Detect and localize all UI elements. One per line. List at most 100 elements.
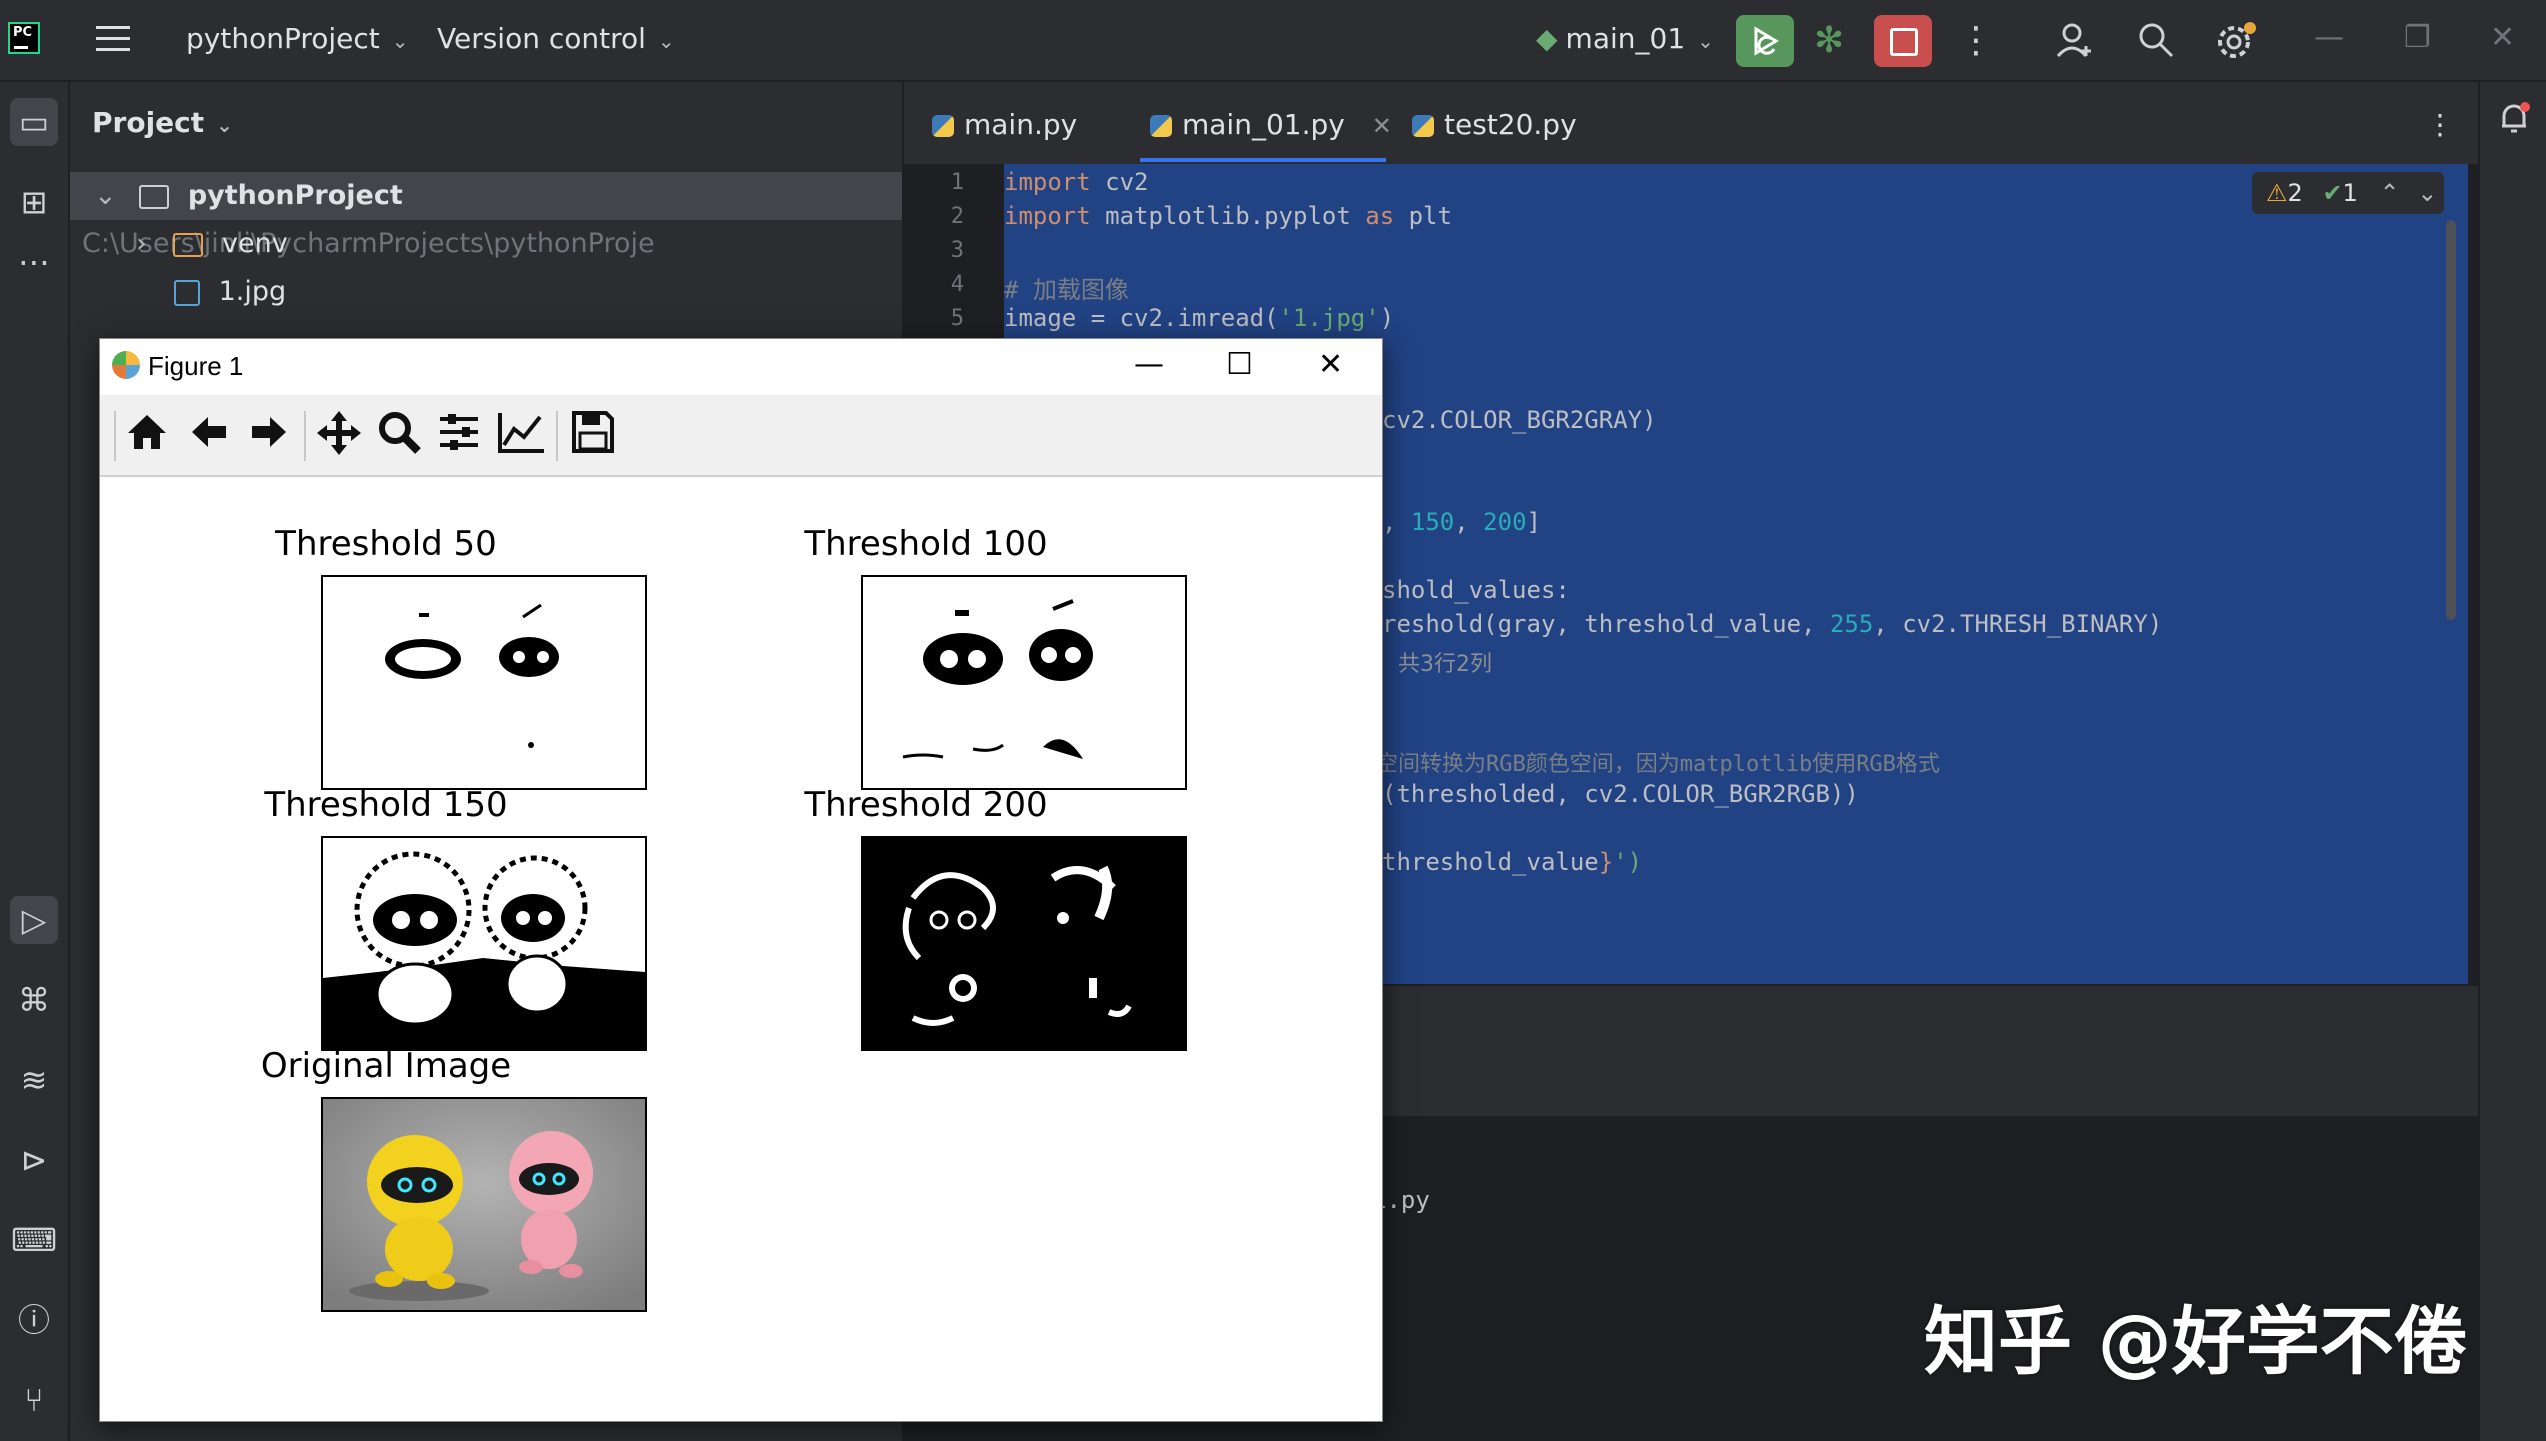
code-line-1: import cv2 — [1004, 168, 1149, 196]
search-icon[interactable] — [2136, 20, 2176, 69]
main-menu-icon[interactable] — [96, 26, 130, 54]
python-console-icon[interactable]: ⌘ — [10, 976, 58, 1024]
python-file-icon — [1150, 115, 1172, 137]
python-config-icon: ◆ — [1536, 22, 1558, 55]
chevron-down-icon: ⌄ — [657, 29, 675, 53]
more-tools-icon[interactable]: ⋯ — [10, 238, 58, 286]
active-tab-indicator — [1140, 158, 1386, 162]
figure-maximize-icon[interactable]: ☐ — [1226, 347, 1253, 382]
forward-arrow-icon[interactable] — [242, 409, 296, 463]
line-number: 5 — [950, 306, 964, 331]
project-menu[interactable]: pythonProject ⌄ — [186, 22, 409, 55]
code-line-8: cv2.COLOR_BGR2GRAY) — [1382, 406, 1657, 434]
debug-icon[interactable]: ✻ — [1814, 20, 1844, 61]
warning-count: 2 — [2287, 179, 2303, 207]
close-tab-icon[interactable]: ✕ — [1372, 112, 1392, 140]
configure-subplots-icon[interactable] — [432, 409, 486, 463]
line-number: 1 — [950, 170, 964, 195]
chevron-down-icon[interactable]: ⌄ — [2417, 179, 2437, 207]
image-file-icon — [174, 279, 200, 306]
code-line-21: threshold_value}') — [1382, 848, 1643, 876]
editor-more-icon[interactable]: ⋮ — [2426, 108, 2454, 141]
tree-item-1jpg[interactable]: 1.jpg — [70, 268, 902, 316]
weak-warning-icon: ✔ — [2322, 179, 2343, 207]
layers-icon[interactable]: ≋ — [10, 1056, 58, 1104]
editor-scrollbar[interactable] — [2446, 220, 2456, 620]
subplot-original-image — [321, 1097, 647, 1312]
line-number: 2 — [950, 204, 964, 229]
tab-test20-py[interactable]: test20.py — [1412, 108, 1577, 141]
inspection-widget[interactable]: ⚠2 ✔1 ⌃ ⌄ — [2252, 172, 2444, 214]
stop-button[interactable] — [1874, 15, 1932, 67]
chevron-down-icon: ⌄ — [391, 29, 409, 53]
subplot-threshold-150 — [321, 836, 647, 1051]
code-line-19: (thresholded, cv2.COLOR_BGR2RGB)) — [1382, 780, 1859, 808]
run-config-selector[interactable]: ◆ main_01 ⌄ — [1536, 22, 1714, 55]
tab-main-py[interactable]: main.py — [932, 108, 1077, 141]
git-icon[interactable]: ⑂ — [10, 1376, 58, 1424]
folder-icon — [173, 232, 204, 257]
services-icon[interactable]: ⊳ — [10, 1136, 58, 1184]
add-user-icon[interactable] — [2054, 20, 2094, 69]
zoom-magnifier-icon[interactable] — [372, 409, 426, 463]
notifications-bell-icon[interactable] — [2490, 98, 2538, 146]
subplot-threshold-50 — [321, 575, 647, 790]
left-tool-strip: ▭ ⊞ ⋯ ▷ ⌘ ≋ ⊳ ⌨ ⓘ ⑂ — [0, 82, 70, 1441]
code-line-4: # 加载图像 — [1004, 276, 1129, 304]
code-line-5: image = cv2.imread('1.jpg') — [1004, 304, 1395, 332]
chevron-down-icon: ⌄ — [216, 113, 233, 137]
subplot-title: Threshold 50 — [275, 524, 497, 564]
figure-window[interactable]: Figure 1 — ☐ ✕ Threshold 50 Threshold 10… — [99, 338, 1383, 1422]
figure-title-bar[interactable]: Figure 1 — ☐ ✕ — [100, 339, 1382, 395]
problems-icon[interactable]: ⓘ — [10, 1296, 58, 1344]
subplot-title: Original Image — [260, 1046, 512, 1086]
project-tool-icon[interactable]: ▭ — [10, 98, 58, 146]
warning-icon: ⚠ — [2266, 179, 2288, 207]
tree-item-venv[interactable]: › venv — [70, 220, 902, 268]
chevron-down-icon: ⌄ — [94, 180, 117, 211]
minimize-window-icon[interactable]: — — [2314, 20, 2344, 55]
toolbar-separator — [556, 411, 558, 461]
project-panel-title[interactable]: Project ⌄ — [92, 106, 233, 139]
structure-tool-icon[interactable]: ⊞ — [10, 178, 58, 226]
title-bar: PC pythonProject ⌄ Version control ⌄ ◆ main… — [0, 0, 2546, 82]
code-line-11: , 150, 200] — [1382, 508, 1541, 536]
terminal-icon[interactable]: ⌨ — [10, 1216, 58, 1264]
chevron-right-icon: › — [136, 228, 147, 259]
weak-warning-count: 1 — [2342, 179, 2358, 207]
line-number: 4 — [950, 272, 964, 297]
subplot-threshold-100 — [861, 575, 1187, 790]
subplot-title: Threshold 200 — [804, 785, 1048, 825]
tab-main-01-py[interactable]: main_01.py ✕ — [1150, 108, 1392, 141]
toolbar-separator — [304, 411, 306, 461]
save-figure-icon[interactable] — [566, 409, 620, 463]
matplotlib-logo-icon — [112, 351, 140, 379]
run-tool-icon[interactable]: ▷ — [10, 896, 58, 944]
inlay-hint: 共3行2列 — [1398, 652, 1492, 677]
subplot-threshold-200 — [861, 836, 1187, 1051]
edit-axis-icon[interactable] — [494, 409, 548, 463]
stop-icon — [1890, 28, 1918, 56]
subplot-title: Threshold 100 — [804, 524, 1048, 564]
rerun-button[interactable] — [1736, 15, 1794, 67]
editor-tab-bar: main.py main_01.py ✕ test20.py ⋮ — [904, 82, 2478, 166]
root-folder-name: pythonProject — [187, 180, 403, 211]
chevron-down-icon: ⌄ — [1697, 29, 1714, 53]
close-window-icon[interactable]: ✕ — [2490, 20, 2515, 55]
pycharm-logo-icon[interactable]: PC — [8, 22, 40, 54]
more-actions-icon[interactable]: ⋮ — [1958, 20, 1994, 61]
tree-root-row[interactable]: ⌄ pythonProject C:\Users\jinli\PycharmPr… — [70, 172, 902, 259]
version-control-menu[interactable]: Version control ⌄ — [437, 22, 675, 55]
code-line-14: reshold(gray, threshold_value, 255, cv2.… — [1382, 610, 2163, 638]
figure-minimize-icon[interactable]: — — [1134, 347, 1164, 382]
pan-move-icon[interactable] — [312, 409, 366, 463]
restore-window-icon[interactable]: ❐ — [2404, 20, 2431, 55]
settings-gear-icon[interactable] — [2214, 20, 2258, 73]
code-line-2: import matplotlib.pyplot as plt — [1004, 202, 1452, 230]
code-line-13: shold_values: — [1382, 576, 1570, 604]
chevron-up-icon[interactable]: ⌃ — [2379, 179, 2399, 207]
home-icon[interactable] — [120, 409, 174, 463]
python-file-icon — [932, 115, 954, 137]
back-arrow-icon[interactable] — [182, 409, 236, 463]
figure-close-icon[interactable]: ✕ — [1318, 347, 1343, 382]
